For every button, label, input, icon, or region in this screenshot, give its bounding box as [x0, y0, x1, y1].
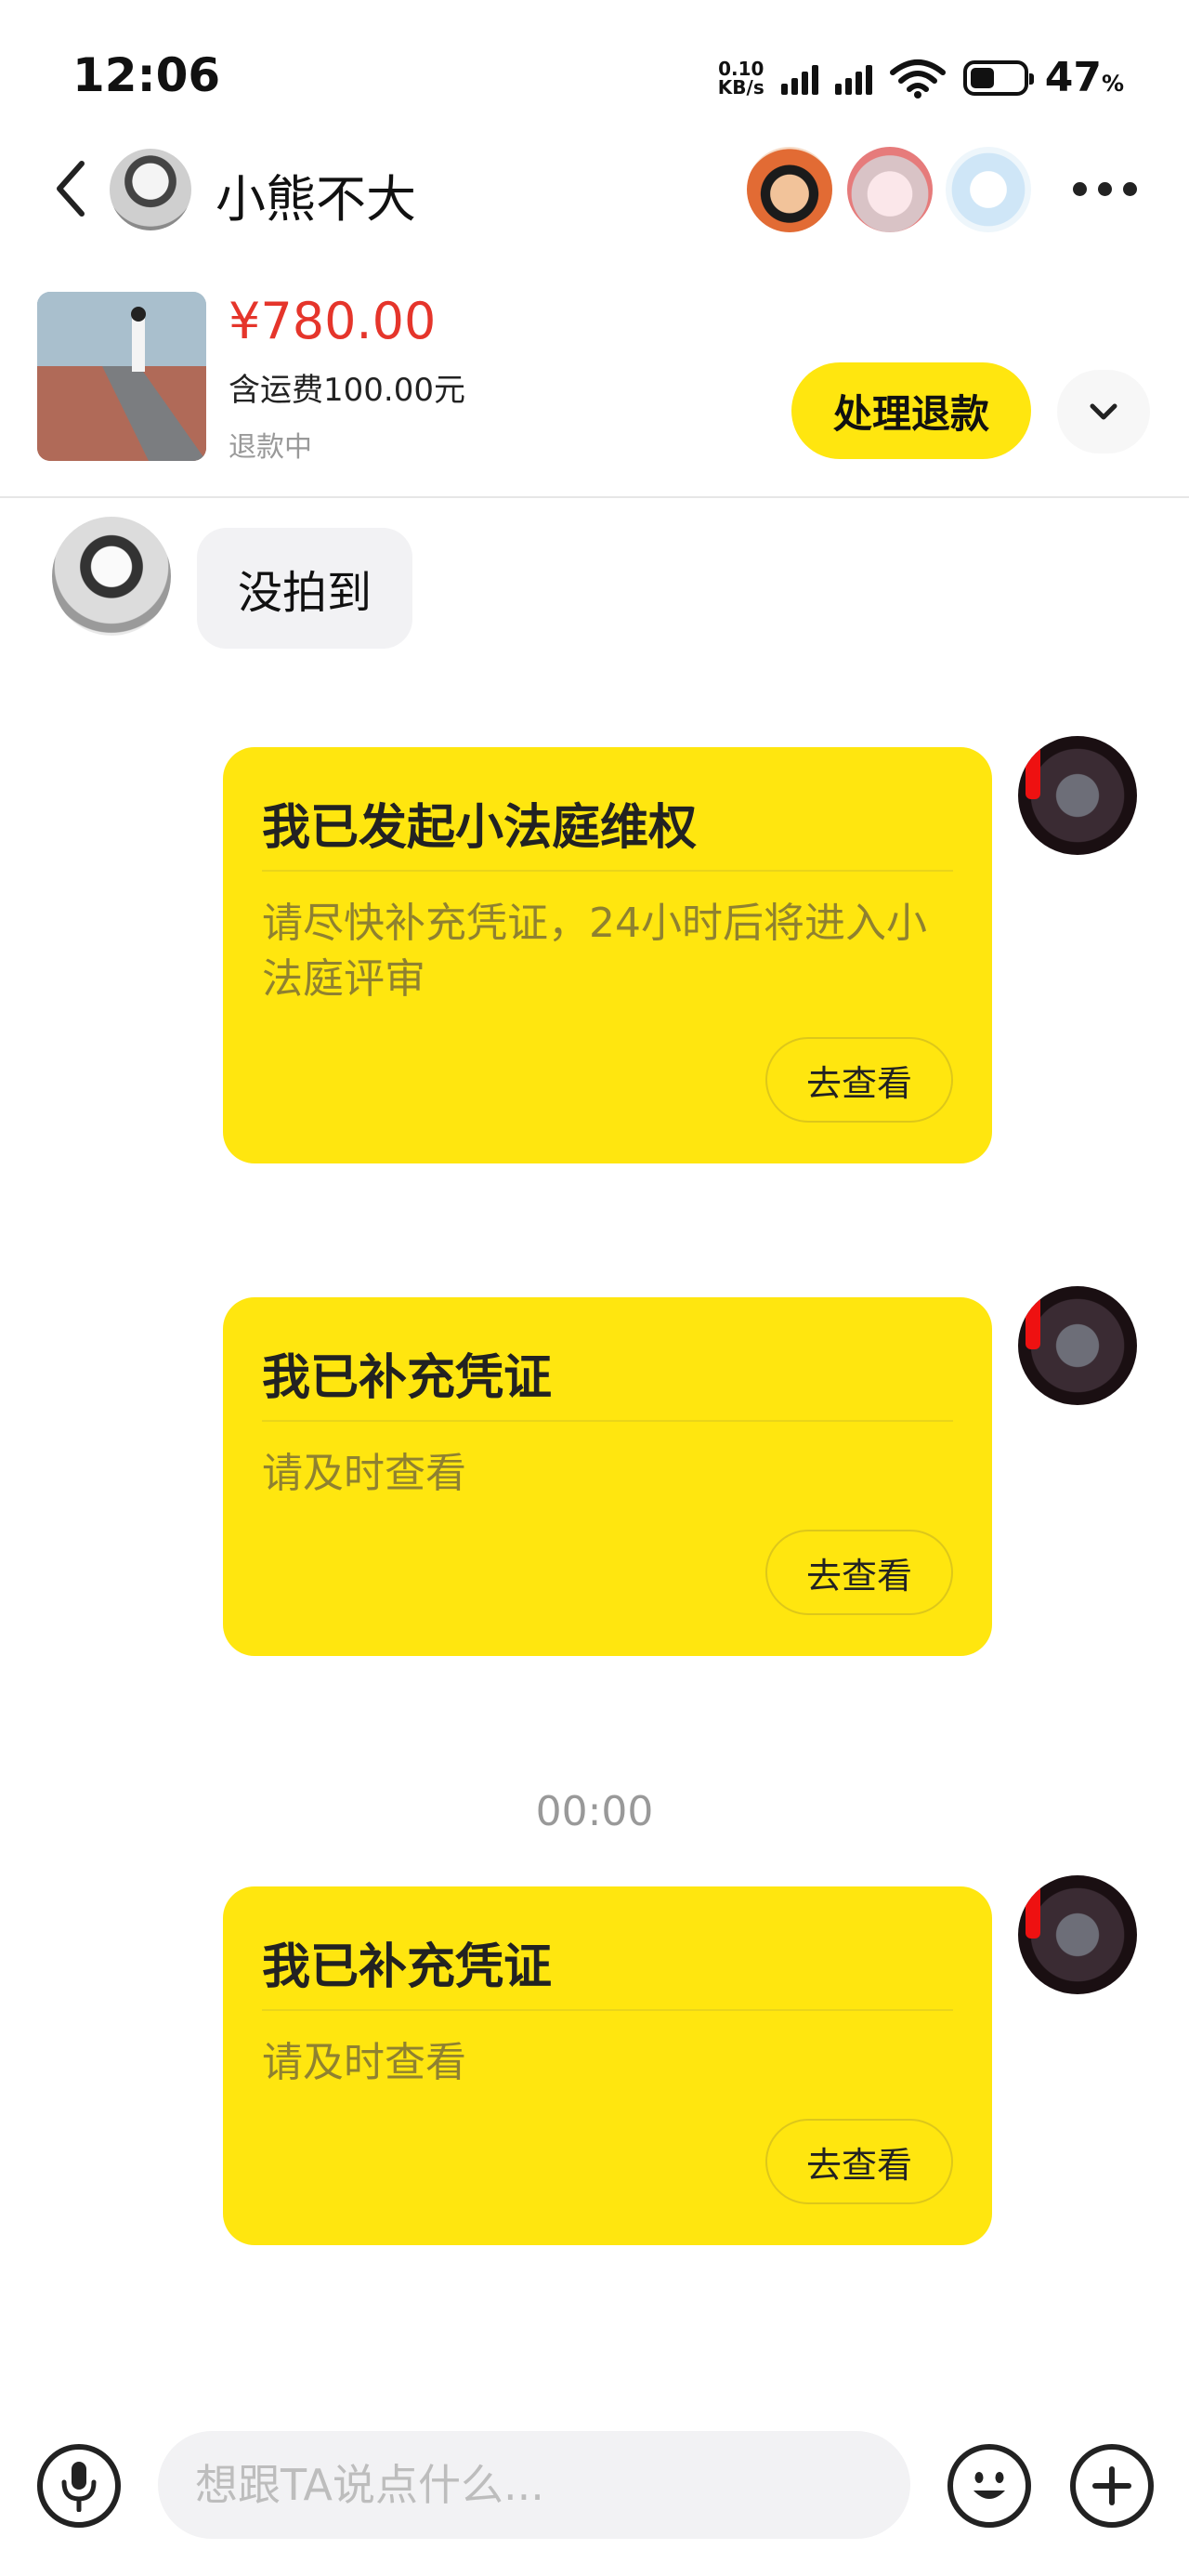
- my-avatar[interactable]: [1018, 1875, 1137, 1994]
- handle-refund-button[interactable]: 处理退款: [791, 362, 1031, 459]
- voice-button[interactable]: [37, 2444, 121, 2528]
- card-divider: [262, 2009, 953, 2011]
- evidence-card[interactable]: 我已补充凭证 请及时查看 去查看: [223, 1886, 992, 2245]
- message-input[interactable]: [158, 2431, 910, 2539]
- header-divider: [0, 496, 1189, 498]
- card-description: 请尽快补充凭证，24小时后将进入小法庭评审: [262, 900, 927, 1003]
- battery-icon: [962, 59, 1034, 96]
- incoming-message-bubble: 没拍到: [197, 528, 413, 649]
- plus-icon: [1092, 2466, 1131, 2505]
- sender-avatar[interactable]: [52, 517, 171, 636]
- shipping-fee: 含运费100.00元: [229, 372, 465, 409]
- card-title: 我已补充凭证: [262, 1350, 553, 1406]
- evidence-card[interactable]: 我已补充凭证 请及时查看 去查看: [223, 1297, 992, 1656]
- product-image: [37, 292, 206, 461]
- group-member-avatar-3[interactable]: [946, 147, 1031, 232]
- card-title: 我已补充凭证: [262, 1939, 553, 1995]
- card-divider: [262, 1420, 953, 1422]
- emoji-icon: [973, 2472, 1005, 2499]
- battery-percent: 47%: [1044, 54, 1124, 101]
- card-title: 我已发起小法庭维权: [262, 800, 698, 856]
- emoji-button[interactable]: [947, 2444, 1031, 2528]
- status-icons: 0.10 KB/s 47%: [718, 54, 1124, 101]
- time-separator: 00:00: [535, 1788, 654, 1835]
- group-member-avatar-1[interactable]: [747, 147, 832, 232]
- more-dots-icon: [1073, 182, 1087, 196]
- view-button[interactable]: 去查看: [765, 1530, 953, 1615]
- my-avatar[interactable]: [1018, 736, 1137, 855]
- order-price: ¥780.00: [229, 292, 437, 350]
- view-button[interactable]: 去查看: [765, 2119, 953, 2204]
- order-status: 退款中: [229, 431, 312, 464]
- signal-icon-2: [834, 61, 872, 95]
- group-member-avatar-2[interactable]: [847, 147, 933, 232]
- product-photo[interactable]: [37, 292, 206, 461]
- more-actions-button[interactable]: [1070, 2444, 1154, 2528]
- expand-order-button[interactable]: [1057, 370, 1150, 453]
- dispute-card[interactable]: 我已发起小法庭维权 请尽快补充凭证，24小时后将进入小法庭评审 去查看: [223, 747, 992, 1163]
- back-button[interactable]: [48, 156, 95, 221]
- card-description: 请及时查看: [262, 2039, 466, 2086]
- contact-avatar[interactable]: [110, 149, 191, 230]
- view-button[interactable]: 去查看: [765, 1037, 953, 1123]
- my-avatar[interactable]: [1018, 1286, 1137, 1405]
- back-arrow-icon: [57, 161, 85, 217]
- card-description: 请及时查看: [262, 1450, 466, 1497]
- wifi-icon: [889, 59, 946, 99]
- status-time: 12:06: [72, 48, 221, 102]
- contact-name: 小熊不大: [216, 170, 416, 229]
- network-speed: 0.10 KB/s: [717, 57, 764, 99]
- chevron-down-icon: [1090, 403, 1117, 420]
- card-divider: [262, 870, 953, 872]
- microphone-icon: [61, 2462, 97, 2512]
- signal-icon: [780, 61, 818, 95]
- more-options-button[interactable]: [1073, 182, 1137, 196]
